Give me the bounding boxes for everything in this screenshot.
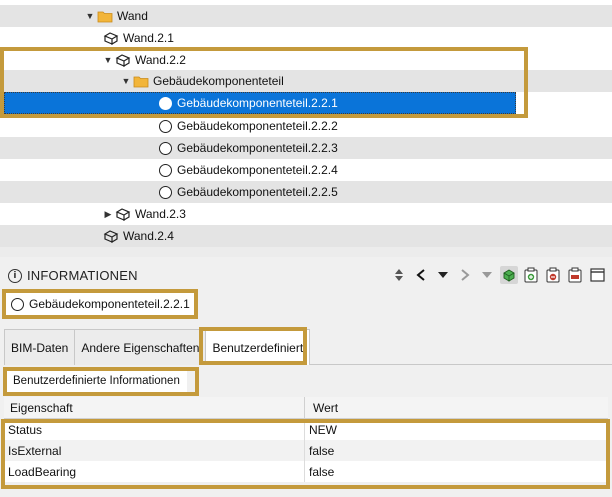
folder-icon [96,8,114,24]
tree-row-gebaeudekomponenteteil[interactable]: ▼ Gebäudekomponenteteil [0,70,612,92]
wall-element-icon [114,52,132,68]
circle-element-icon [156,118,174,134]
dropdown-icon[interactable] [478,266,496,284]
column-header-value[interactable]: Wert [305,401,338,415]
circle-element-icon [156,184,174,200]
expand-arrow-icon[interactable]: ▼ [120,76,132,86]
table-row[interactable]: LoadBearing false [4,461,608,482]
tab-benutzerdefiniert[interactable]: Benutzerdefiniert [205,329,311,365]
tree-row-wand-2-2[interactable]: ▼ Wand.2.2 [0,49,612,71]
tab-bim-daten[interactable]: BIM-Daten [4,329,76,365]
tree-row-wand[interactable]: ▼ Wand [0,5,612,27]
table-header: Eigenschaft Wert [4,397,608,419]
expand-arrow-icon[interactable]: ▼ [102,55,114,65]
tree-row-gebaeudekomponenteteil-2-2-1[interactable]: Gebäudekomponenteteil.2.2.1 [0,92,612,114]
wall-element-icon [102,30,120,46]
column-header-property[interactable]: Eigenschaft [4,397,305,418]
prev-icon[interactable] [412,266,430,284]
subtab-label: Benutzerdefinierte Informationen [13,375,180,387]
expand-arrow-icon[interactable]: ▼ [84,11,96,21]
value-cell[interactable]: NEW [305,423,337,437]
info-tabs: BIM-Daten Andere Eigenschaften Benutzerd… [4,329,612,365]
element-tree: ▼ Wand Wand.2.1 ▼ Wand.2.2 ▼ Gebäudekomp… [0,0,612,247]
dropdown-icon[interactable] [434,266,452,284]
circle-element-icon [156,140,174,156]
tree-row-label: Gebäudekomponenteteil.2.2.4 [177,163,338,177]
tree-row-gebaeudekomponenteteil-2-2-5[interactable]: Gebäudekomponenteteil.2.2.5 [0,181,612,203]
tab-label: Andere Eigenschaften [81,340,200,355]
property-cell: LoadBearing [4,461,305,482]
tree-row-label: Gebäudekomponenteteil.2.2.1 [177,96,338,110]
circle-element-icon [156,162,174,178]
properties-table: Eigenschaft Wert Status NEW IsExternal f… [4,397,608,482]
remove-icon[interactable] [544,266,562,284]
info-icon: i [8,268,22,283]
property-cell: Status [4,419,305,440]
tab-label: Benutzerdefiniert [212,340,304,355]
tree-row-label: Gebäudekomponenteteil.2.2.5 [177,185,338,199]
add-icon[interactable] [522,266,540,284]
selected-element-label: Gebäudekomponenteteil.2.2.1 [5,291,198,317]
window-icon[interactable] [588,266,606,284]
tab-andere-eigenschaften[interactable]: Andere Eigenschaften [74,329,207,365]
tree-row-label: Wand.2.4 [123,229,174,243]
tree-row-label: Gebäudekomponenteteil.2.2.3 [177,141,338,155]
value-cell[interactable]: false [305,444,334,458]
element-green-icon[interactable] [500,266,518,284]
tree-row-label: Wand [117,9,148,23]
info-panel-header: i INFORMATIONEN [8,268,138,283]
tree-row-wand-2-3[interactable]: ▶ Wand.2.3 [0,203,612,225]
tree-row-wand-2-4[interactable]: Wand.2.4 [0,225,612,247]
subtab-benutzerdefinierte-informationen[interactable]: Benutzerdefinierte Informationen [6,370,187,392]
info-panel-title: INFORMATIONEN [27,268,138,283]
wall-element-icon [114,206,132,222]
circle-element-icon [156,95,174,111]
tree-row-label: Wand.2.1 [123,31,174,45]
table-row[interactable]: Status NEW [4,419,608,440]
tree-row-gebaeudekomponenteteil-2-2-4[interactable]: Gebäudekomponenteteil.2.2.4 [0,159,612,181]
tree-row-label: Gebäudekomponenteteil [153,74,284,88]
tab-label: BIM-Daten [11,340,69,355]
delete-icon[interactable] [566,266,584,284]
tree-row-label: Wand.2.3 [135,207,186,221]
sort-updown-icon[interactable] [390,266,408,284]
tree-row-label: Gebäudekomponenteteil.2.2.2 [177,119,338,133]
table-row[interactable]: IsExternal false [4,440,608,461]
folder-icon [132,73,150,89]
wall-element-icon [102,228,120,244]
next-icon[interactable] [456,266,474,284]
tree-row-wand-2-1[interactable]: Wand.2.1 [0,27,612,49]
tree-row-label: Wand.2.2 [135,53,186,67]
info-toolbar [390,266,606,284]
circle-element-icon [11,297,24,311]
tree-row-gebaeudekomponenteteil-2-2-2[interactable]: Gebäudekomponenteteil.2.2.2 [0,115,612,137]
value-cell[interactable]: false [305,465,334,479]
expand-arrow-icon[interactable]: ▶ [102,209,114,220]
property-cell: IsExternal [4,440,305,461]
selected-element-name: Gebäudekomponenteteil.2.2.1 [29,297,190,311]
panel-splitter[interactable] [0,247,612,257]
tree-row-gebaeudekomponenteteil-2-2-3[interactable]: Gebäudekomponenteteil.2.2.3 [0,137,612,159]
